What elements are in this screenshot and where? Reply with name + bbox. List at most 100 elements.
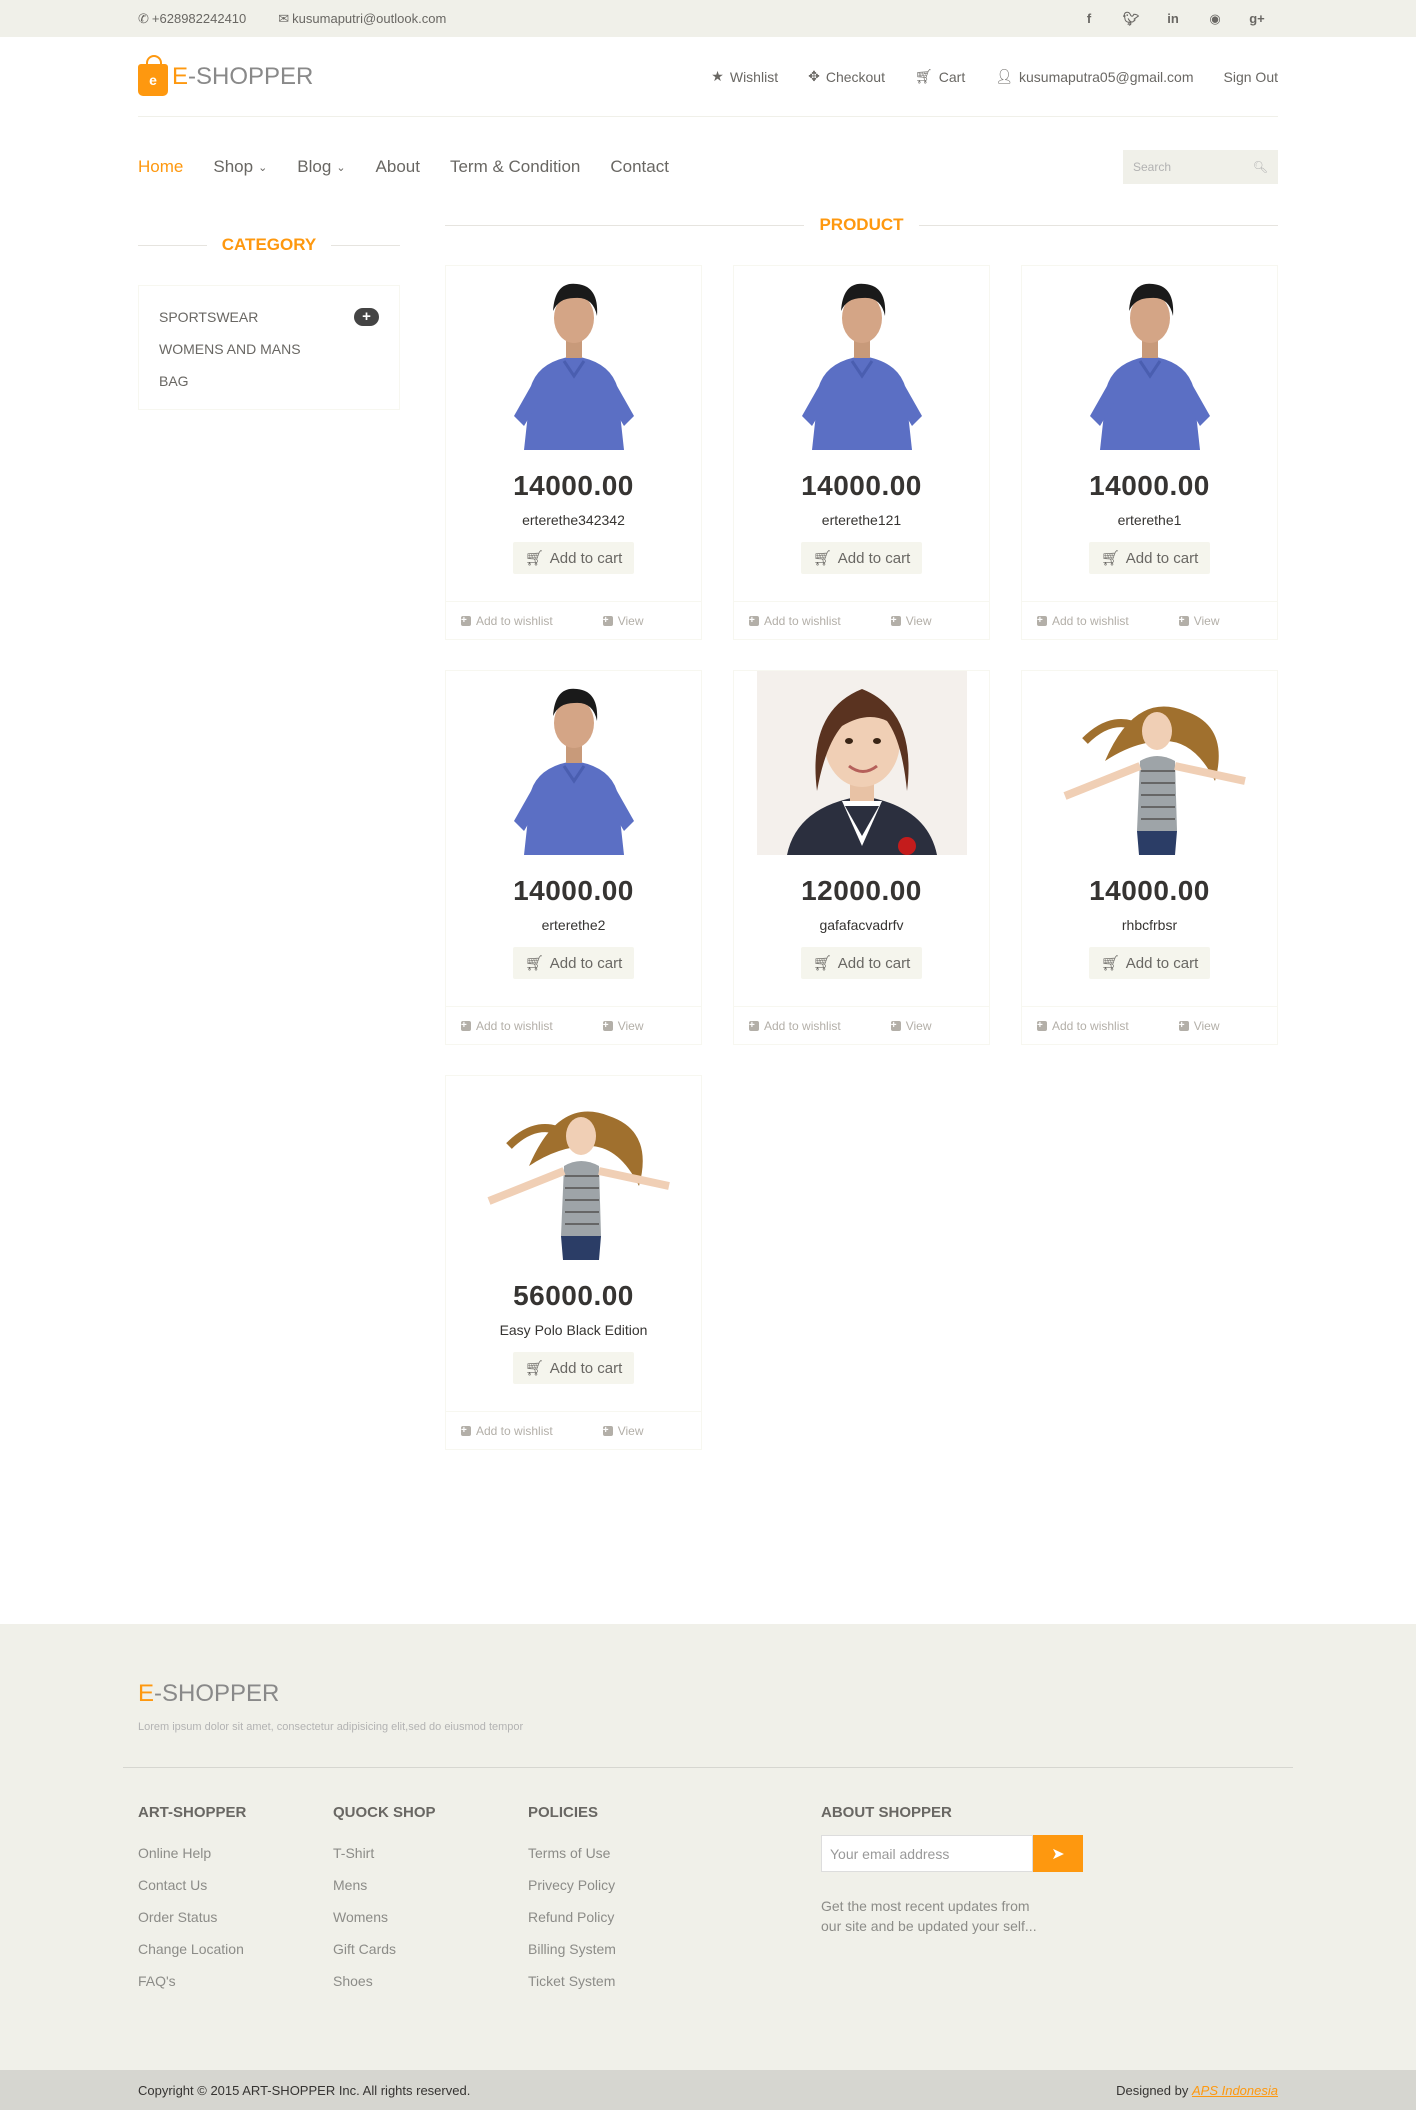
designer-link[interactable]: APS Indonesia [1192, 2083, 1278, 2098]
product-actions: + Add to wishlist + View [734, 1006, 989, 1044]
cart-link[interactable]: 🛒︎ Cart [915, 68, 965, 85]
signout-link[interactable]: Sign Out [1224, 68, 1278, 85]
product-image[interactable] [734, 671, 989, 855]
dribbble-icon[interactable]: ◉ [1194, 11, 1236, 27]
email-placeholder: Your email address [830, 1845, 950, 1862]
view-link[interactable]: + View [602, 1019, 644, 1033]
account-link[interactable]: 👤︎ kusumaputra05@gmail.com [995, 68, 1193, 85]
cart-icon: 🛒︎ [812, 955, 832, 972]
footer-link[interactable]: Mens [333, 1877, 436, 1909]
footer-col-policies: POLICIES Terms of Use Privecy Policy Ref… [528, 1804, 616, 2005]
add-to-cart-button[interactable]: 🛒︎ Add to cart [512, 1352, 635, 1384]
search-icon[interactable]: 🔍︎ [1253, 160, 1268, 174]
footer-col-about: ABOUT SHOPPER Your email address ➤ Get t… [821, 1804, 1083, 1936]
product-price: 14000.00 [513, 470, 634, 501]
main-nav: Home Shop ⌄ Blog ⌄ About Term & Condition … [138, 157, 669, 177]
footer-link[interactable]: Ticket System [528, 1973, 616, 2005]
wishlist-label: Add to wishlist [764, 1018, 841, 1033]
product-image[interactable] [1022, 266, 1277, 450]
footer-link[interactable]: Shoes [333, 1973, 436, 2005]
footer-link[interactable]: Refund Policy [528, 1909, 616, 1941]
view-link[interactable]: + View [890, 1019, 932, 1033]
category-item[interactable]: WOMENS AND MANS [159, 333, 379, 365]
account-label: kusumaputra05@gmail.com [1019, 68, 1194, 85]
add-to-wishlist-link[interactable]: + Add to wishlist [1037, 1019, 1129, 1033]
add-to-cart-label: Add to cart [549, 549, 623, 567]
add-to-cart-button[interactable]: 🛒︎ Add to cart [800, 947, 923, 979]
footer-link[interactable]: Gift Cards [333, 1941, 436, 1973]
add-to-wishlist-link[interactable]: + Add to wishlist [749, 1019, 841, 1033]
plus-square-icon: + [1037, 1020, 1047, 1031]
footer-logo[interactable]: E-SHOPPER [138, 1680, 279, 1708]
email-field[interactable]: Your email address [821, 1835, 1033, 1872]
wishlist-link[interactable]: ★ Wishlist [711, 68, 778, 85]
add-to-cart-button[interactable]: 🛒︎ Add to cart [512, 542, 635, 574]
search-input[interactable]: Search 🔍︎ [1123, 150, 1278, 184]
view-link[interactable]: + View [890, 614, 932, 628]
subscribe-button[interactable]: ➤ [1033, 1835, 1083, 1872]
plus-icon[interactable]: + [354, 308, 379, 326]
wishlist-label: Add to wishlist [476, 613, 553, 628]
email-contact[interactable]: ✉ kusumaputri@outlook.com [278, 11, 446, 27]
email-address: kusumaputri@outlook.com [292, 11, 447, 26]
nav-home[interactable]: Home [138, 157, 183, 177]
nav-contact[interactable]: Contact [610, 157, 669, 177]
twitter-icon[interactable]: 🐦︎ [1110, 11, 1152, 27]
add-to-wishlist-link[interactable]: + Add to wishlist [461, 1019, 553, 1033]
add-to-wishlist-link[interactable]: + Add to wishlist [1037, 614, 1129, 628]
nav-terms[interactable]: Term & Condition [450, 157, 580, 177]
add-to-wishlist-link[interactable]: + Add to wishlist [461, 1424, 553, 1438]
view-link[interactable]: + View [1178, 1019, 1220, 1033]
nav-about[interactable]: About [376, 157, 420, 177]
wishlist-label: Add to wishlist [476, 1423, 553, 1438]
product-image[interactable] [446, 1076, 701, 1260]
linkedin-icon[interactable]: in [1152, 11, 1194, 27]
designed-by: Designed by APS Indonesia [1116, 2083, 1278, 2098]
product-image[interactable] [446, 266, 701, 450]
nav-shop[interactable]: Shop ⌄ [213, 157, 267, 177]
footer-link[interactable]: Change Location [138, 1941, 246, 1973]
footer-link[interactable]: Online Help [138, 1845, 246, 1877]
product-title: PRODUCT [445, 215, 1278, 235]
google-plus-icon[interactable]: g+ [1236, 11, 1278, 27]
add-to-cart-button[interactable]: 🛒︎ Add to cart [800, 542, 923, 574]
footer-link[interactable]: Contact Us [138, 1877, 246, 1909]
product-price: 14000.00 [1089, 470, 1210, 501]
product-price: 14000.00 [801, 470, 922, 501]
add-to-cart-button[interactable]: 🛒︎ Add to cart [1088, 947, 1211, 979]
checkout-link[interactable]: ✥ Checkout [808, 68, 885, 85]
footer-link[interactable]: Billing System [528, 1941, 616, 1973]
envelope-icon: ✉ [278, 10, 290, 26]
view-label: View [1193, 613, 1220, 628]
nav-blog[interactable]: Blog ⌄ [297, 157, 345, 177]
product-image[interactable] [446, 671, 701, 855]
view-link[interactable]: + View [1178, 613, 1220, 628]
add-to-cart-button[interactable]: 🛒︎ Add to cart [512, 947, 635, 979]
view-link[interactable]: + View [602, 1423, 644, 1438]
product-name: erterethe121 [821, 512, 902, 528]
phone-contact[interactable]: ✆ +628982242410 [138, 11, 246, 27]
footer-logo-letter: E [138, 1680, 155, 1707]
add-to-cart-button[interactable]: 🛒︎ Add to cart [1088, 542, 1211, 574]
footer-link[interactable]: Womens [333, 1909, 436, 1941]
add-to-wishlist-link[interactable]: + Add to wishlist [749, 614, 841, 628]
footer-link[interactable]: Order Status [138, 1909, 246, 1941]
facebook-icon[interactable]: f [1068, 11, 1110, 27]
footer-link[interactable]: FAQ's [138, 1973, 246, 2005]
product-actions: + Add to wishlist + View [446, 1006, 701, 1044]
footer-link[interactable]: T-Shirt [333, 1845, 436, 1877]
footer-logo-word: -SHOPPER [154, 1680, 280, 1707]
product-image[interactable] [734, 266, 989, 450]
view-link[interactable]: + View [602, 614, 644, 628]
wishlist-label: Wishlist [729, 68, 779, 85]
search-placeholder: Search [1133, 160, 1172, 174]
product-image[interactable] [1022, 671, 1277, 855]
view-label: View [617, 1423, 644, 1438]
logo[interactable]: e E-SHOPPER [138, 54, 313, 96]
footer-link[interactable]: Terms of Use [528, 1845, 616, 1877]
footer-link[interactable]: Privecy Policy [528, 1877, 616, 1909]
category-item[interactable]: SPORTSWEAR + [159, 301, 379, 333]
category-item[interactable]: BAG [159, 365, 379, 397]
footer: E-SHOPPER Lorem ipsum dolor sit amet, co… [0, 1624, 1416, 2070]
add-to-wishlist-link[interactable]: + Add to wishlist [461, 614, 553, 628]
